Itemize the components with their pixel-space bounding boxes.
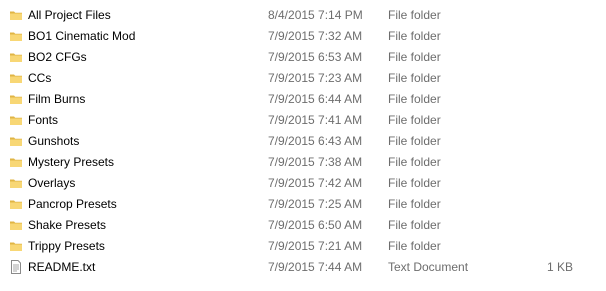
folder-icon (9, 155, 23, 169)
file-type: File folder (388, 8, 441, 22)
folder-icon (9, 197, 23, 211)
file-date-modified: 7/9/2015 7:23 AM (268, 71, 363, 85)
file-name: BO2 CFGs (28, 50, 87, 64)
file-row-pancrop-presets[interactable]: Pancrop Presets 7/9/2015 7:25 AM File fo… (0, 194, 606, 215)
file-row-mystery-presets[interactable]: Mystery Presets 7/9/2015 7:38 AM File fo… (0, 152, 606, 173)
file-row-bo2-cfgs[interactable]: BO2 CFGs 7/9/2015 6:53 AM File folder (0, 47, 606, 68)
file-date-modified: 7/9/2015 6:43 AM (268, 134, 363, 148)
file-name: Mystery Presets (28, 155, 115, 169)
folder-icon (9, 239, 23, 253)
file-row-readme[interactable]: README.txt 7/9/2015 7:44 AM Text Documen… (0, 257, 606, 278)
file-type: File folder (388, 176, 441, 190)
folder-icon (9, 50, 23, 64)
file-row-shake-presets[interactable]: Shake Presets 7/9/2015 6:50 AM File fold… (0, 215, 606, 236)
file-size: 1 KB (546, 260, 573, 274)
folder-icon (9, 71, 23, 85)
file-type: File folder (388, 71, 441, 85)
file-list: All Project Files 8/4/2015 7:14 PM File … (0, 5, 606, 278)
file-type: File folder (388, 113, 441, 127)
file-type: File folder (388, 29, 441, 43)
file-row-ccs[interactable]: CCs 7/9/2015 7:23 AM File folder (0, 68, 606, 89)
file-type: File folder (388, 239, 441, 253)
file-date-modified: 7/9/2015 7:41 AM (268, 113, 363, 127)
file-name: Shake Presets (28, 218, 107, 232)
folder-icon (9, 218, 23, 232)
file-name: README.txt (28, 260, 96, 274)
file-name: Film Burns (28, 92, 86, 106)
file-row-trippy-presets[interactable]: Trippy Presets 7/9/2015 7:21 AM File fol… (0, 236, 606, 257)
folder-icon (9, 176, 23, 190)
file-name: BO1 Cinematic Mod (28, 29, 136, 43)
file-row-overlays[interactable]: Overlays 7/9/2015 7:42 AM File folder (0, 173, 606, 194)
file-type: File folder (388, 92, 441, 106)
file-row-film-burns[interactable]: Film Burns 7/9/2015 6:44 AM File folder (0, 89, 606, 110)
file-date-modified: 7/9/2015 6:53 AM (268, 50, 363, 64)
file-name: All Project Files (28, 8, 111, 22)
folder-icon (9, 29, 23, 43)
file-type: File folder (388, 197, 441, 211)
folder-icon (9, 92, 23, 106)
folder-icon (9, 113, 23, 127)
file-type: File folder (388, 134, 441, 148)
file-name: Trippy Presets (28, 239, 105, 253)
file-date-modified: 7/9/2015 6:44 AM (268, 92, 363, 106)
file-name: Pancrop Presets (28, 197, 117, 211)
file-row-gunshots[interactable]: Gunshots 7/9/2015 6:43 AM File folder (0, 131, 606, 152)
file-type: Text Document (388, 260, 469, 274)
file-type: File folder (388, 218, 441, 232)
file-row-bo1-cinematic-mod[interactable]: BO1 Cinematic Mod 7/9/2015 7:32 AM File … (0, 26, 606, 47)
file-name: Gunshots (28, 134, 80, 148)
file-date-modified: 7/9/2015 6:50 AM (268, 218, 363, 232)
file-type: File folder (388, 50, 441, 64)
file-row-all-project-files[interactable]: All Project Files 8/4/2015 7:14 PM File … (0, 5, 606, 26)
folder-icon (9, 8, 23, 22)
folder-icon (9, 134, 23, 148)
file-date-modified: 7/9/2015 7:32 AM (268, 29, 363, 43)
file-name: Overlays (28, 176, 76, 190)
file-date-modified: 7/9/2015 7:21 AM (268, 239, 363, 253)
file-date-modified: 7/9/2015 7:42 AM (268, 176, 363, 190)
file-date-modified: 7/9/2015 7:25 AM (268, 197, 363, 211)
file-name: CCs (28, 71, 52, 85)
file-row-fonts[interactable]: Fonts 7/9/2015 7:41 AM File folder (0, 110, 606, 131)
file-type: File folder (388, 155, 441, 169)
file-date-modified: 7/9/2015 7:44 AM (268, 260, 363, 274)
text-file-icon (9, 260, 23, 274)
file-date-modified: 8/4/2015 7:14 PM (268, 8, 363, 22)
file-date-modified: 7/9/2015 7:38 AM (268, 155, 363, 169)
file-name: Fonts (28, 113, 59, 127)
